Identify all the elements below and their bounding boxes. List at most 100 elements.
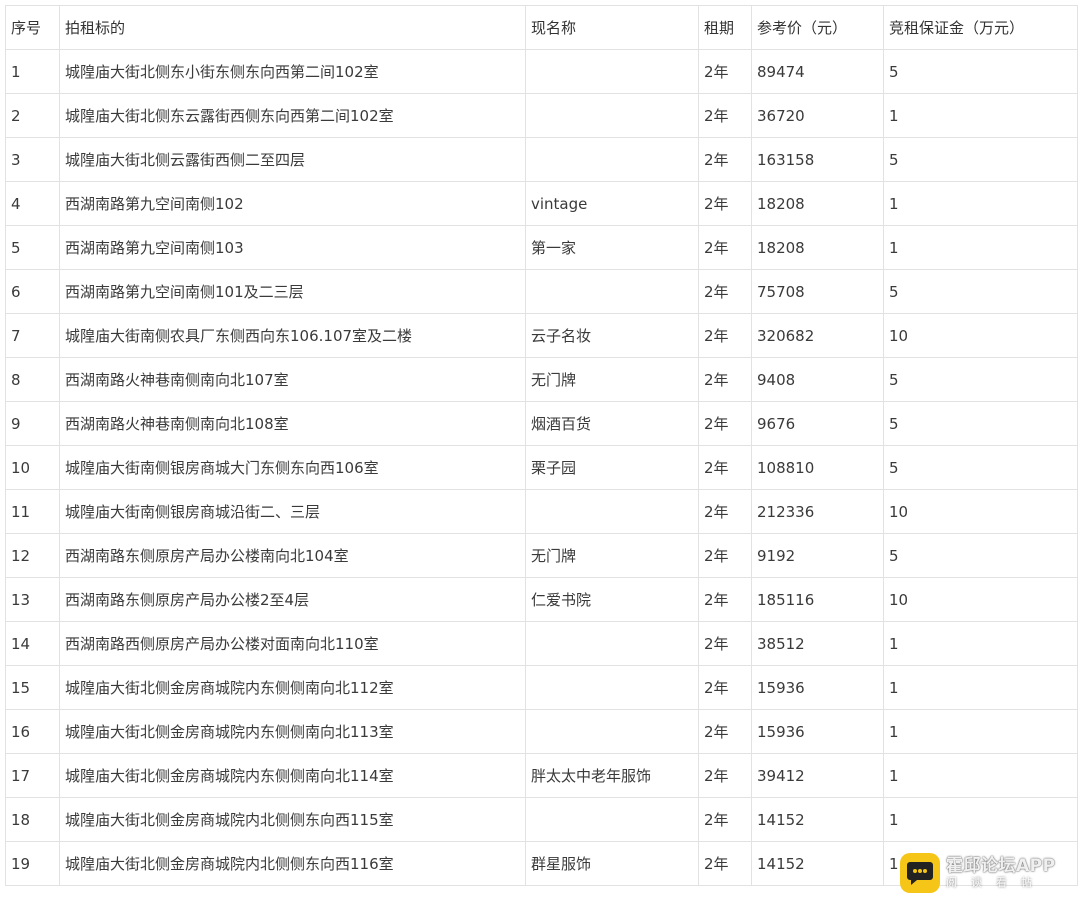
cell-deposit: 5 <box>883 137 1078 182</box>
cell-deposit: 5 <box>883 357 1078 402</box>
table-row: 3 城隍庙大街北侧云露街西侧二至四层 2年 163158 5 <box>5 137 1078 182</box>
cell-term: 2年 <box>698 797 752 842</box>
table-row: 13 西湖南路东侧原房产局办公楼2至4层 仁爱书院 2年 185116 10 <box>5 577 1078 622</box>
table-row: 14 西湖南路西侧原房产局办公楼对面南向北110室 2年 38512 1 <box>5 621 1078 666</box>
cell-term: 2年 <box>698 533 752 578</box>
cell-deposit: 1 <box>883 93 1078 138</box>
cell-current-name <box>525 137 699 182</box>
cell-property: 城隍庙大街南侧银房商城沿街二、三层 <box>59 489 526 534</box>
cell-reference-price: 108810 <box>751 445 884 490</box>
watermark-text: 霍邱论坛APP 阅读看帖 <box>946 855 1056 890</box>
cell-reference-price: 15936 <box>751 665 884 710</box>
cell-reference-price: 14152 <box>751 797 884 842</box>
cell-term: 2年 <box>698 401 752 446</box>
cell-index: 6 <box>5 269 60 314</box>
table-row: 4 西湖南路第九空间南侧102 vintage 2年 18208 1 <box>5 181 1078 226</box>
cell-property: 西湖南路第九空间南侧102 <box>59 181 526 226</box>
cell-index: 10 <box>5 445 60 490</box>
cell-deposit: 1 <box>883 225 1078 270</box>
table-row: 15 城隍庙大街北侧金房商城院内东侧侧南向北112室 2年 15936 1 <box>5 665 1078 710</box>
cell-deposit: 1 <box>883 753 1078 798</box>
cell-current-name <box>525 709 699 754</box>
cell-index: 9 <box>5 401 60 446</box>
table-row: 11 城隍庙大街南侧银房商城沿街二、三层 2年 212336 10 <box>5 489 1078 534</box>
cell-index: 13 <box>5 577 60 622</box>
table-row: 9 西湖南路火神巷南侧南向北108室 烟酒百货 2年 9676 5 <box>5 401 1078 446</box>
cell-index: 2 <box>5 93 60 138</box>
cell-deposit: 5 <box>883 269 1078 314</box>
cell-reference-price: 9676 <box>751 401 884 446</box>
cell-current-name: 无门牌 <box>525 533 699 578</box>
cell-reference-price: 14152 <box>751 841 884 886</box>
cell-index: 3 <box>5 137 60 182</box>
cell-term: 2年 <box>698 181 752 226</box>
cell-reference-price: 39412 <box>751 753 884 798</box>
cell-property: 城隍庙大街北侧东小街东侧东向西第二间102室 <box>59 49 526 94</box>
cell-term: 2年 <box>698 577 752 622</box>
table-row: 16 城隍庙大街北侧金房商城院内东侧侧南向北113室 2年 15936 1 <box>5 709 1078 754</box>
table-row: 1 城隍庙大街北侧东小街东侧东向西第二间102室 2年 89474 5 <box>5 49 1078 94</box>
cell-current-name: 仁爱书院 <box>525 577 699 622</box>
cell-property: 城隍庙大街北侧金房商城院内东侧侧南向北113室 <box>59 709 526 754</box>
cell-index: 1 <box>5 49 60 94</box>
cell-current-name <box>525 621 699 666</box>
cell-property: 城隍庙大街北侧金房商城院内北侧侧东向西115室 <box>59 797 526 842</box>
cell-index: 17 <box>5 753 60 798</box>
cell-index: 8 <box>5 357 60 402</box>
cell-index: 12 <box>5 533 60 578</box>
cell-deposit: 1 <box>883 665 1078 710</box>
cell-term: 2年 <box>698 665 752 710</box>
cell-term: 2年 <box>698 841 752 886</box>
table-row: 8 西湖南路火神巷南侧南向北107室 无门牌 2年 9408 5 <box>5 357 1078 402</box>
cell-property: 城隍庙大街北侧金房商城院内北侧侧东向西116室 <box>59 841 526 886</box>
cell-reference-price: 9192 <box>751 533 884 578</box>
cell-property: 西湖南路第九空间南侧101及二三层 <box>59 269 526 314</box>
watermark-subtitle: 阅读看帖 <box>946 876 1046 890</box>
cell-reference-price: 320682 <box>751 313 884 358</box>
cell-reference-price: 163158 <box>751 137 884 182</box>
cell-index: 5 <box>5 225 60 270</box>
cell-current-name: 云子名妆 <box>525 313 699 358</box>
cell-reference-price: 38512 <box>751 621 884 666</box>
cell-deposit: 1 <box>883 709 1078 754</box>
cell-current-name: vintage <box>525 181 699 226</box>
cell-current-name: 群星服饰 <box>525 841 699 886</box>
cell-index: 7 <box>5 313 60 358</box>
header-term: 租期 <box>698 5 752 50</box>
cell-current-name <box>525 665 699 710</box>
watermark: 霍邱论坛APP 阅读看帖 <box>900 852 1070 894</box>
cell-current-name <box>525 797 699 842</box>
table-row: 12 西湖南路东侧原房产局办公楼南向北104室 无门牌 2年 9192 5 <box>5 533 1078 578</box>
cell-index: 14 <box>5 621 60 666</box>
rental-table: 序号 拍租标的 现名称 租期 参考价（元） 竞租保证金（万元） 1 城隍庙大街北侧… <box>5 5 1078 886</box>
cell-current-name: 栗子园 <box>525 445 699 490</box>
cell-deposit: 1 <box>883 797 1078 842</box>
table-row: 10 城隍庙大街南侧银房商城大门东侧东向西106室 栗子园 2年 108810 5 <box>5 445 1078 490</box>
cell-reference-price: 75708 <box>751 269 884 314</box>
cell-current-name: 无门牌 <box>525 357 699 402</box>
watermark-title: 霍邱论坛APP <box>946 855 1056 876</box>
cell-term: 2年 <box>698 225 752 270</box>
cell-deposit: 5 <box>883 49 1078 94</box>
cell-current-name: 第一家 <box>525 225 699 270</box>
cell-reference-price: 9408 <box>751 357 884 402</box>
cell-property: 西湖南路火神巷南侧南向北108室 <box>59 401 526 446</box>
header-property: 拍租标的 <box>59 5 526 50</box>
cell-term: 2年 <box>698 93 752 138</box>
cell-deposit: 1 <box>883 621 1078 666</box>
cell-deposit: 1 <box>883 181 1078 226</box>
cell-term: 2年 <box>698 445 752 490</box>
cell-index: 16 <box>5 709 60 754</box>
cell-current-name: 胖太太中老年服饰 <box>525 753 699 798</box>
cell-current-name <box>525 269 699 314</box>
cell-term: 2年 <box>698 753 752 798</box>
cell-current-name: 烟酒百货 <box>525 401 699 446</box>
cell-index: 11 <box>5 489 60 534</box>
cell-deposit: 10 <box>883 313 1078 358</box>
cell-property: 西湖南路西侧原房产局办公楼对面南向北110室 <box>59 621 526 666</box>
cell-current-name <box>525 49 699 94</box>
cell-reference-price: 18208 <box>751 225 884 270</box>
cell-reference-price: 15936 <box>751 709 884 754</box>
cell-property: 西湖南路东侧原房产局办公楼2至4层 <box>59 577 526 622</box>
cell-reference-price: 89474 <box>751 49 884 94</box>
